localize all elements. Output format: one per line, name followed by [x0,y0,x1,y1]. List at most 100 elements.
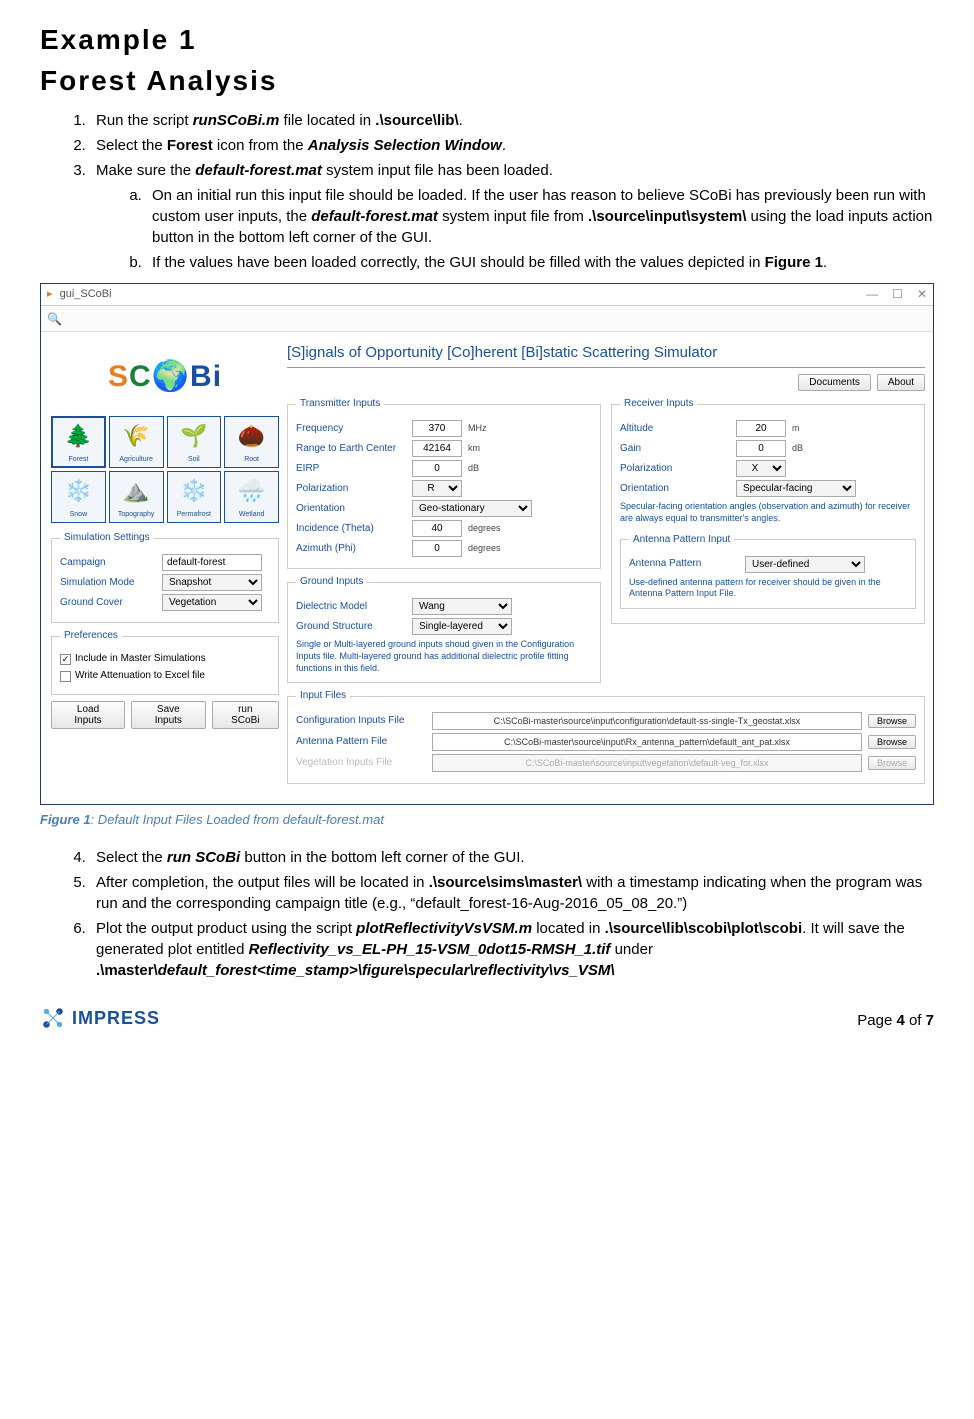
steps-list: Run the script runSCoBi.m file located i… [90,110,934,273]
path: .\master\ [96,962,158,979]
rxpol-label: Polarization [620,462,730,476]
close-icon[interactable]: ✕ [917,286,927,303]
txt: system input file has been loaded. [322,162,553,179]
path: .\source\lib\scobi\plot\scobi [605,920,803,937]
txt: After completion, the output files will … [96,874,429,891]
ground-inputs-group: Ground Inputs Dielectric ModelWang Groun… [287,575,601,683]
transmitter-inputs-group: Transmitter Inputs FrequencyMHz Range to… [287,397,601,569]
inc-input[interactable] [412,520,462,537]
unit: dB [468,462,479,475]
tile-label: Wetland [239,510,265,520]
antenna-pattern-group: Antenna Pattern Input Antenna PatternUse… [620,533,916,609]
tile-label: Topography [118,510,155,520]
legend: Transmitter Inputs [296,397,384,411]
range-input[interactable] [412,440,462,457]
tile-label: Snow [70,510,88,520]
ant-note: Use-defined antenna pattern for receiver… [629,577,907,600]
zoom-icon[interactable]: 🔍 [47,312,62,326]
conf-label: Configuration Inputs File [296,714,426,728]
tile-label: Root [244,455,259,465]
campaign-input[interactable] [162,554,262,571]
eirp-label: EIRP [296,462,406,476]
tile-soil[interactable]: 🌱Soil [167,416,222,468]
file-name: Reflectivity_vs_EL-PH_15-VSM_0dot15-RMSH… [249,941,611,958]
wetland-icon: 🌧️ [238,472,265,510]
pref-include-master[interactable]: ✓Include in Master Simulations [60,652,270,666]
script-name: runSCoBi.m [193,112,280,129]
ant-label: Antenna Pattern [629,557,739,571]
rxor-select[interactable]: Specular-facing [736,480,856,497]
analysis-tiles: 🌲Forest 🌾Agriculture 🌱Soil 🌰Root ❄️Snow … [51,416,279,523]
ant-path[interactable]: C:\SCoBi-master\source\input\Rx_antenna_… [432,733,862,751]
run-scobi-button[interactable]: run SCoBi [212,701,279,729]
txt: button in the bottom left corner of the … [240,849,524,866]
topography-icon: ⛰️ [122,472,149,510]
documents-button[interactable]: Documents [798,374,871,391]
pref-write-atten[interactable]: Write Attenuation to Excel file [60,669,270,683]
window-titlebar: ▸ gui_SCoBi — ☐ ✕ [41,284,933,306]
conf-path[interactable]: C:\SCoBi-master\source\input\configurati… [432,712,862,730]
txpol-label: Polarization [296,482,406,496]
tile-root[interactable]: 🌰Root [224,416,279,468]
ant-select[interactable]: User-defined [745,556,865,573]
tile-forest[interactable]: 🌲Forest [51,416,106,468]
receiver-inputs-group: Receiver Inputs Altitudem GaindB Polariz… [611,397,925,624]
browse-conf-button[interactable]: Browse [868,714,916,728]
figure-1-caption: Figure 1: Default Input Files Loaded fro… [40,811,934,829]
preferences-group: Preferences ✓Include in Master Simulatio… [51,629,279,695]
eirp-input[interactable] [412,460,462,477]
txt: Plot the output product using the script [96,920,356,937]
diel-select[interactable]: Wang [412,598,512,615]
tile-snow[interactable]: ❄️Snow [51,471,106,523]
unit: km [468,442,480,455]
txpol-select[interactable]: R [412,480,462,497]
permafrost-icon: ❄️ [180,472,207,510]
tile-permafrost[interactable]: ❄️Permafrost [167,471,222,523]
checkbox-icon [60,671,71,682]
tile-topography[interactable]: ⛰️Topography [109,471,164,523]
txt: Make sure the [96,162,195,179]
browse-ant-button[interactable]: Browse [868,735,916,749]
tile-wetland[interactable]: 🌧️Wetland [224,471,279,523]
gstruct-select[interactable]: Single-layered [412,618,512,635]
rxpol-select[interactable]: X [736,460,786,477]
simmode-select[interactable]: Snapshot [162,574,262,591]
chk-label: Include in Master Simulations [75,652,206,666]
file-name: default-forest.mat [195,162,322,179]
soil-icon: 🌱 [180,417,207,455]
minimize-icon[interactable]: — [866,286,878,303]
heading-example: Example 1 [40,20,934,59]
freq-input[interactable] [412,420,462,437]
rxor-label: Orientation [620,482,730,496]
txt: of [905,1012,926,1029]
about-button[interactable]: About [877,374,925,391]
tile-agriculture[interactable]: 🌾Agriculture [109,416,164,468]
save-inputs-button[interactable]: Save Inputs [131,701,206,729]
current-page: 4 [896,1012,904,1029]
ground-note: Single or Multi-layered ground inputs sh… [296,639,592,674]
alt-input[interactable] [736,420,786,437]
input-files-group: Input Files Configuration Inputs FileC:\… [287,689,925,784]
gain-input[interactable] [736,440,786,457]
substeps-3: On an initial run this input file should… [146,185,934,273]
logo-text: IMPRESS [72,1006,160,1031]
txt: Select the [96,849,167,866]
txt: . [459,112,463,129]
path: .\source\input\system\ [588,208,746,225]
az-input[interactable] [412,540,462,557]
page-footer: IMPRESS Page 4 of 7 [40,1005,934,1031]
app-title: [S]ignals of Opportunity [Co]herent [Bi]… [287,342,925,368]
load-inputs-button[interactable]: Load Inputs [51,701,125,729]
tile-label: Soil [188,455,200,465]
txor-select[interactable]: Geo-stationary [412,500,532,517]
scobi-logo: SC🌍Bi [51,342,279,412]
txt: system input file from [438,208,588,225]
network-icon [40,1005,66,1031]
icon-name: Forest [167,137,213,154]
unit: degrees [468,522,501,535]
step-5: After completion, the output files will … [90,872,934,914]
groundcover-select[interactable]: Vegetation [162,594,262,611]
window-name: Analysis Selection Window [308,137,502,154]
txt: under [610,941,653,958]
maximize-icon[interactable]: ☐ [892,286,903,303]
